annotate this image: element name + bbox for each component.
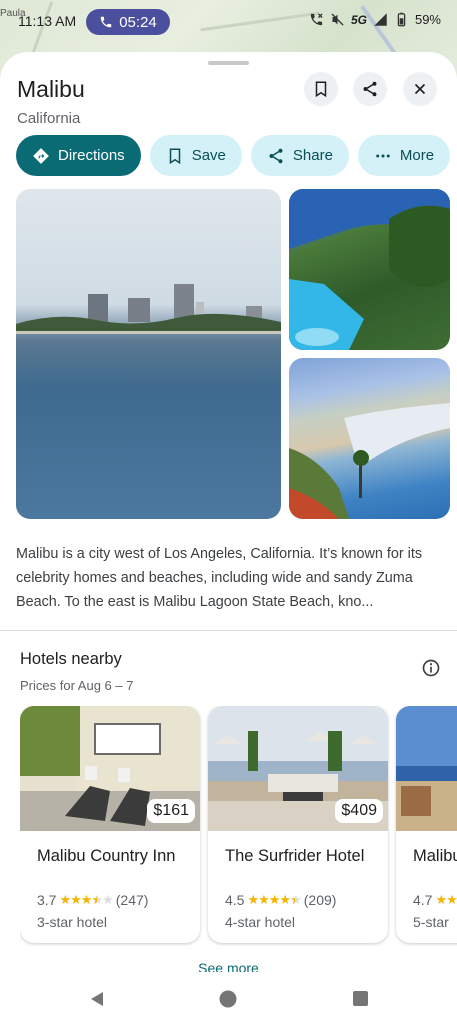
save-button[interactable]: Save [149, 135, 242, 176]
share-icon [363, 81, 377, 97]
share-icon-button[interactable] [353, 72, 387, 106]
hotel-name: Malibu [413, 847, 457, 865]
photo-coastline[interactable] [289, 358, 450, 519]
ongoing-call-pill[interactable]: 05:24 [86, 9, 170, 35]
place-title: Malibu [17, 76, 85, 102]
bookmark-icon [315, 81, 327, 98]
hotel-rating: 4.5 [225, 892, 245, 908]
hotel-class: 3-star hotel [37, 914, 108, 930]
hotel-card[interactable]: Malibu 4.7 ★★★★★ 5-star [396, 706, 457, 943]
hotels-title: Hotels nearby [20, 650, 122, 668]
status-bar: 11:13 AM 05:24 5G 59% [0, 8, 457, 36]
action-chips: Directions Save Share More [16, 135, 451, 176]
battery-level: 59% [414, 12, 441, 27]
pool-graphic [289, 189, 450, 350]
more-button[interactable]: More [357, 135, 451, 176]
close-button[interactable] [403, 72, 437, 106]
info-icon[interactable] [421, 658, 441, 678]
mute-icon [331, 13, 344, 26]
hotel-rating: 3.7 [37, 892, 57, 908]
system-nav-bar [0, 972, 457, 1023]
hotel-rating-row: 3.7 ★★★★ ★ ★ (247) [37, 892, 148, 908]
status-icons: 5G 59% [309, 12, 441, 27]
section-divider [0, 630, 457, 631]
battery-icon [397, 12, 406, 27]
save-label: Save [191, 147, 226, 164]
star-rating-icon: ★★★★★★ [59, 892, 113, 907]
share-icon [269, 148, 283, 163]
phone-icon [100, 16, 112, 28]
place-sheet: Malibu California Directions Save Share … [0, 52, 457, 1023]
bookmark-icon [169, 148, 180, 164]
directions-label: Directions [58, 147, 125, 164]
hotel-price: $161 [147, 799, 195, 823]
drag-handle[interactable] [208, 61, 249, 65]
photo-pool-hillside[interactable] [289, 189, 450, 350]
star-rating-icon: ★★★★★★ [247, 892, 301, 907]
status-time: 11:13 AM [18, 13, 77, 29]
signal-icon [374, 13, 387, 26]
directions-button[interactable]: Directions [16, 135, 141, 176]
more-horiz-icon [376, 154, 390, 157]
hotel-review-count: (247) [115, 892, 149, 908]
hotel-price: $409 [335, 799, 383, 823]
hotels-dates: Prices for Aug 6 – 7 [20, 678, 134, 693]
close-icon [414, 83, 426, 95]
hotel-photo [396, 706, 457, 831]
more-label: More [399, 147, 435, 164]
place-region: California [17, 110, 81, 127]
back-icon[interactable] [88, 990, 106, 1008]
save-icon-button[interactable] [304, 72, 338, 106]
skyline-graphic [16, 284, 281, 334]
share-label: Share [292, 147, 333, 164]
star-rating-icon: ★★★★★ [435, 892, 457, 907]
hotel-name: Malibu Country Inn [37, 847, 176, 865]
share-button[interactable]: Share [250, 135, 349, 176]
coastline-graphic [289, 403, 450, 519]
home-icon[interactable] [219, 990, 237, 1008]
hotel-class: 5-star [413, 914, 449, 930]
phone-forward-icon [310, 13, 323, 26]
hotel-rating-row: 4.5 ★★★★★★ (209) [225, 892, 336, 908]
hotel-review-count: (209) [303, 892, 337, 908]
hotel-card[interactable]: $161 Malibu Country Inn 3.7 ★★★★ ★ ★ (247)… [20, 706, 200, 943]
hotel-carousel[interactable]: $161 Malibu Country Inn 3.7 ★★★★ ★ ★ (247)… [20, 706, 457, 946]
hotel-class: 4-star hotel [225, 914, 296, 930]
hotel-card[interactable]: $409 The Surfrider Hotel 4.5 ★★★★★★ (209… [208, 706, 388, 943]
hotel-rating: 4.7 [413, 892, 433, 908]
recents-icon[interactable] [352, 990, 369, 1007]
place-description: Malibu is a city west of Los Angeles, Ca… [16, 546, 423, 610]
call-timer: 05:24 [119, 13, 157, 31]
photo-skyline-ocean[interactable] [16, 189, 281, 519]
network-type: 5G [350, 12, 367, 27]
hotel-name: The Surfrider Hotel [225, 847, 365, 865]
directions-icon [33, 147, 49, 164]
hotel-rating-row: 4.7 ★★★★★ [413, 892, 457, 908]
